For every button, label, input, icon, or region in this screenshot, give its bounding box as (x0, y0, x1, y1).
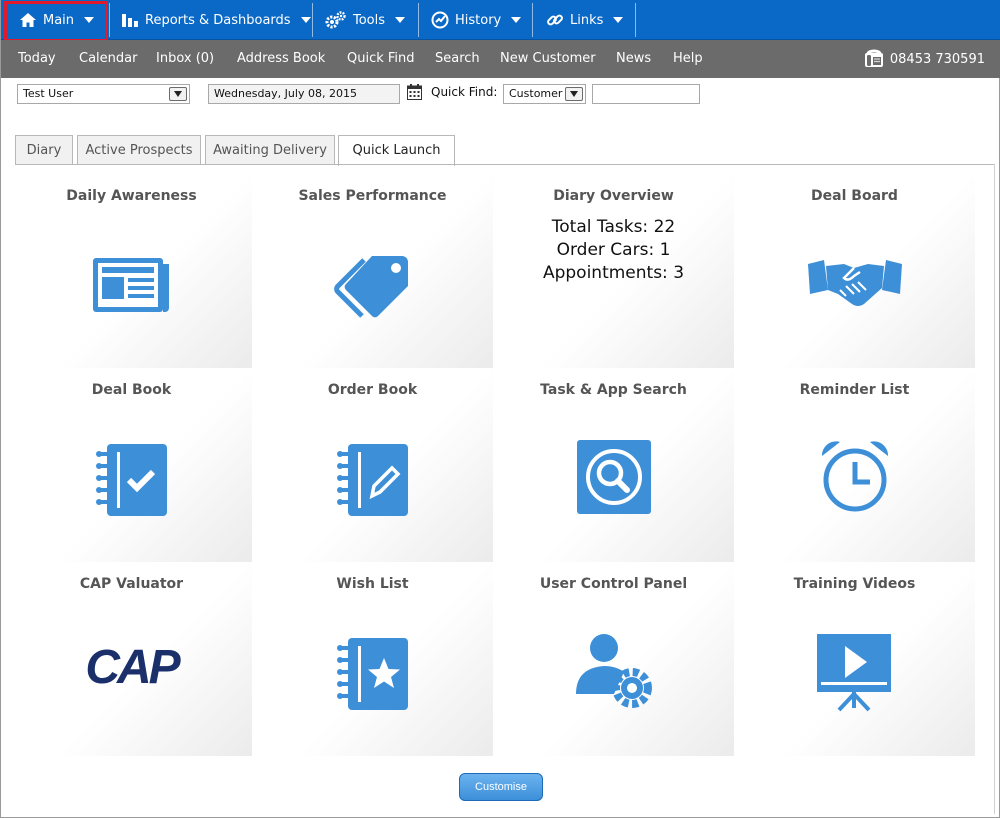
controls-row: Test User Wednesday, July 08, 2015 Quick… (1, 78, 1000, 112)
chevron-down-icon (395, 17, 406, 23)
handshake-icon (807, 260, 902, 306)
date-field[interactable]: Wednesday, July 08, 2015 (208, 84, 400, 104)
quick-find-input[interactable] (592, 84, 700, 104)
nav-news[interactable]: News (616, 40, 651, 78)
phone-number: 08453 730591 (864, 40, 985, 78)
menu-tools[interactable]: Tools (325, 0, 406, 40)
tile-deal-book[interactable]: Deal Book (11, 368, 252, 562)
video-board-icon (816, 634, 891, 712)
user-gear-icon (575, 634, 652, 708)
tab-awaiting-delivery[interactable]: Awaiting Delivery (205, 135, 335, 165)
tile-diary-overview[interactable]: Diary Overview Total Tasks: 22 Order Car… (493, 174, 734, 368)
alarm-clock-icon (821, 441, 888, 512)
date-value: Wednesday, July 08, 2015 (214, 87, 357, 100)
menu-reports-label: Reports & Dashboards (145, 12, 291, 28)
menu-divider (312, 3, 313, 37)
nav-calendar[interactable]: Calendar (79, 40, 137, 78)
user-select[interactable]: Test User (17, 84, 190, 104)
tile-training-videos[interactable]: Training Videos (734, 562, 975, 756)
app-frame: Main Reports & Dashboards Tools History … (0, 0, 1000, 818)
search-icon (576, 440, 651, 514)
tile-cap-valuator[interactable]: CAP Valuator CAP (11, 562, 252, 756)
chevron-down-icon (565, 87, 583, 101)
newspaper-icon (92, 258, 169, 312)
tile-wish-list[interactable]: Wish List (252, 562, 493, 756)
menu-links[interactable]: Links (546, 0, 624, 40)
user-select-value: Test User (23, 87, 74, 100)
tile-title: CAP Valuator (79, 576, 184, 592)
chevron-down-icon (511, 17, 522, 23)
menu-tools-label: Tools (353, 12, 386, 28)
tile-title: Deal Board (811, 188, 898, 204)
link-icon (547, 14, 563, 26)
chevron-down-icon (169, 87, 187, 101)
quick-find-label: Quick Find: (431, 85, 498, 99)
menu-links-label: Links (570, 12, 604, 28)
nav-inbox[interactable]: Inbox (0) (156, 40, 214, 78)
nav-help[interactable]: Help (673, 40, 703, 78)
notebook-check-icon (95, 444, 167, 516)
menu-divider (109, 3, 110, 37)
tile-order-book[interactable]: Order Book (252, 368, 493, 562)
tile-task-app-search[interactable]: Task & App Search (493, 368, 734, 562)
tile-title: Daily Awareness (66, 188, 197, 204)
nav-address-book[interactable]: Address Book (237, 40, 325, 78)
nav-quick-find[interactable]: Quick Find (347, 40, 415, 78)
bar-chart-icon (122, 14, 138, 27)
stat-order-cars: Order Cars: 1 (556, 240, 671, 260)
tile-title: Wish List (336, 576, 409, 592)
tile-title: Reminder List (799, 382, 910, 398)
chevron-down-icon (613, 17, 624, 23)
tile-user-control-panel[interactable]: User Control Panel (493, 562, 734, 756)
quick-find-type-value: Customer (509, 87, 563, 100)
tile-daily-awareness[interactable]: Daily Awareness (11, 174, 252, 368)
tag-icon (333, 256, 408, 318)
calendar-icon[interactable] (407, 84, 422, 100)
telephone-icon (864, 49, 883, 67)
menu-history-label: History (455, 12, 502, 28)
customise-button[interactable]: Customise (459, 773, 543, 801)
menu-divider (635, 3, 636, 37)
tile-reminder-list[interactable]: Reminder List (734, 368, 975, 562)
menu-divider (418, 3, 419, 37)
nav-search[interactable]: Search (435, 40, 480, 78)
tab-active-prospects[interactable]: Active Prospects (77, 135, 201, 165)
gears-icon (325, 11, 346, 29)
tile-title: User Control Panel (539, 576, 688, 592)
nav-bar: Today Calendar Inbox (0) Address Book Qu… (1, 40, 1000, 78)
menu-divider (532, 3, 533, 37)
tab-divider (15, 164, 995, 165)
tile-title: Diary Overview (553, 188, 674, 204)
cap-logo: CAP (85, 641, 180, 694)
tile-title: Deal Book (91, 382, 172, 398)
menu-reports-dashboards[interactable]: Reports & Dashboards (121, 0, 311, 40)
gauge-icon (431, 11, 449, 29)
tile-title: Sales Performance (298, 188, 447, 204)
active-menu-outline (4, 1, 108, 42)
tile-title: Task & App Search (540, 382, 687, 398)
content-border (994, 164, 995, 814)
nav-today[interactable]: Today (18, 40, 56, 78)
tile-title: Training Videos (793, 576, 916, 592)
top-menu-bar: Main Reports & Dashboards Tools History … (1, 0, 1000, 40)
menu-history[interactable]: History (431, 0, 522, 40)
nav-new-customer[interactable]: New Customer (500, 40, 596, 78)
quick-find-type-select[interactable]: Customer (503, 84, 586, 104)
tile-deal-board[interactable]: Deal Board (734, 174, 975, 368)
notebook-pen-icon (336, 444, 408, 516)
stat-total-tasks: Total Tasks: 22 (551, 217, 676, 237)
stat-appointments: Appointments: 3 (542, 263, 685, 283)
phone-number-text: 08453 730591 (889, 51, 985, 67)
tile-title: Order Book (327, 382, 418, 398)
tile-sales-performance[interactable]: Sales Performance (252, 174, 493, 368)
tab-quick-launch[interactable]: Quick Launch (338, 135, 455, 166)
notebook-star-icon (336, 638, 408, 710)
chevron-down-icon (300, 17, 311, 23)
tab-diary[interactable]: Diary (15, 135, 73, 165)
diary-stats: Total Tasks: 22 Order Cars: 1 Appointmen… (493, 216, 734, 285)
